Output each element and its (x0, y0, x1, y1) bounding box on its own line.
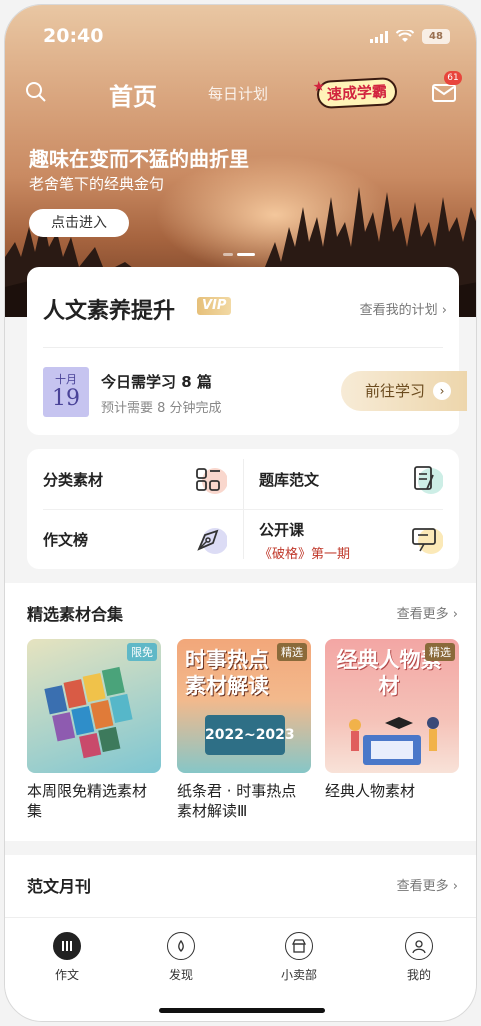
banner-enter-button[interactable]: 点击进入 (29, 209, 129, 237)
cover-year: 2022~2023 (205, 715, 295, 755)
pen-nib-icon (197, 528, 227, 554)
chevron-right-icon: › (452, 879, 458, 894)
grid-sublabel: 《破格》第一期 (259, 547, 351, 562)
view-plan-label: 查看我的计划 (359, 303, 438, 318)
grid-label: 作文榜 (43, 531, 89, 549)
view-more-link[interactable]: 查看更多 › (397, 603, 458, 622)
grid-item-question-bank[interactable]: 题库范文 (243, 449, 459, 509)
speed-master-label: 速成学霸 (326, 82, 388, 104)
tab-label: 发现 (168, 968, 193, 982)
today-task: 今日需学习 8 篇 (101, 373, 212, 391)
carousel-dot-active (237, 253, 255, 256)
section-title: 精选素材合集 (27, 605, 124, 624)
grid-label: 分类素材 (43, 471, 104, 489)
go-study-button[interactable]: 前往学习 › (341, 371, 467, 411)
search-icon[interactable] (25, 81, 47, 103)
cover-title: 时事热点素材解读 (185, 648, 269, 698)
mail-icon[interactable] (432, 83, 456, 103)
essay-bank-icon (414, 466, 443, 494)
calendar-date: 十月 19 (43, 367, 89, 417)
bottom-tab-bar: 作文 发现 小卖部 我的 (5, 917, 476, 1021)
plan-title: 人文素养提升 (43, 298, 176, 324)
featured-tag: 精选 (277, 643, 307, 661)
phone-screen: 20:40 48 首页 每日计划 ★ 速成学霸 61 趣味在变而不猛的曲折里 老… (4, 4, 477, 1022)
material-cover: 限免 (27, 639, 161, 773)
time-estimate: 预计需要 8 分钟完成 (101, 401, 222, 416)
chevron-right-icon: › (441, 303, 447, 318)
tab-discover[interactable]: 发现 (151, 932, 211, 983)
material-card[interactable]: 限免 本周限免精选素材集 (27, 639, 161, 821)
banner-title: 趣味在变而不猛的曲折里 (29, 147, 249, 171)
divider (43, 347, 443, 348)
material-card[interactable]: 经典人物素材 精选 经典人物素材 (325, 639, 459, 801)
go-study-label: 前往学习 (365, 382, 426, 400)
plan-card: 人文素养提升 VIP 查看我的计划 › 十月 19 今日需学习 8 篇 预计需要… (27, 267, 467, 435)
status-icons: 48 (370, 29, 450, 44)
people-illustration (349, 717, 439, 765)
vip-badge: VIP (197, 297, 232, 315)
free-tag: 限免 (127, 643, 157, 661)
view-more-label: 查看更多 (396, 607, 449, 622)
status-bar: 20:40 48 (5, 5, 476, 65)
tab-home[interactable]: 首页 (109, 77, 157, 112)
battery-icon: 48 (422, 29, 450, 44)
view-more-link[interactable]: 查看更多 › (397, 875, 458, 894)
tab-label: 小卖部 (280, 968, 317, 982)
tab-daily-plan[interactable]: 每日计划 (208, 83, 268, 104)
presentation-icon (412, 528, 443, 554)
chevron-right-icon: › (452, 607, 458, 622)
material-caption: 经典人物素材 (325, 782, 416, 800)
category-icon (196, 468, 227, 494)
view-my-plan-link[interactable]: 查看我的计划 › (360, 299, 447, 318)
speed-master-badge[interactable]: ★ 速成学霸 (312, 76, 398, 110)
profile-icon (405, 932, 433, 960)
carousel-indicator (223, 253, 255, 256)
arrow-right-icon: › (433, 382, 451, 400)
tab-shop[interactable]: 小卖部 (269, 932, 329, 983)
material-card[interactable]: 时事热点素材解读 2022~2023 精选 纸条君 · 时事热点素材解读Ⅲ (177, 639, 311, 821)
material-caption: 纸条君 · 时事热点素材解读Ⅲ (177, 782, 297, 820)
section-title: 范文月刊 (27, 877, 92, 896)
grid-item-category-materials[interactable]: 分类素材 (27, 449, 243, 509)
tab-label: 我的 (406, 968, 431, 982)
grid-item-essay-ranking[interactable]: 作文榜 (27, 509, 243, 569)
signal-icon (370, 30, 388, 43)
star-icon: ★ (312, 78, 326, 96)
grid-label: 题库范文 (259, 471, 320, 489)
featured-tag: 精选 (425, 643, 455, 661)
view-more-label: 查看更多 (396, 879, 449, 894)
wifi-icon (396, 30, 414, 42)
banner-subtitle: 老舍笔下的经典金句 (29, 175, 165, 193)
essay-icon (53, 932, 81, 960)
discover-icon (167, 932, 195, 960)
mail-count-badge: 61 (444, 71, 462, 85)
status-time: 20:40 (43, 25, 104, 47)
tab-essay[interactable]: 作文 (37, 932, 97, 983)
grid-label: 公开课 (259, 521, 305, 539)
tab-profile[interactable]: 我的 (389, 932, 449, 983)
carousel-dot (223, 253, 233, 256)
shop-icon (285, 932, 313, 960)
home-indicator (159, 1008, 325, 1013)
featured-section: 精选素材合集 查看更多 › 限免 本周限免精选素材集 时事热点素材解读 2022… (5, 583, 476, 841)
grid-item-open-course[interactable]: 公开课 《破格》第一期 (243, 509, 459, 569)
material-caption: 本周限免精选素材集 (27, 782, 148, 820)
shortcut-grid: 分类素材 题库范文 作文榜 公开课 《破格》第一期 (27, 449, 459, 569)
tab-label: 作文 (54, 968, 79, 982)
material-cover: 时事热点素材解读 2022~2023 精选 (177, 639, 311, 773)
material-cover: 经典人物素材 精选 (325, 639, 459, 773)
calendar-month: 十月 (55, 373, 77, 386)
top-nav: 首页 每日计划 ★ 速成学霸 61 (5, 71, 476, 115)
calendar-day: 19 (52, 386, 80, 411)
